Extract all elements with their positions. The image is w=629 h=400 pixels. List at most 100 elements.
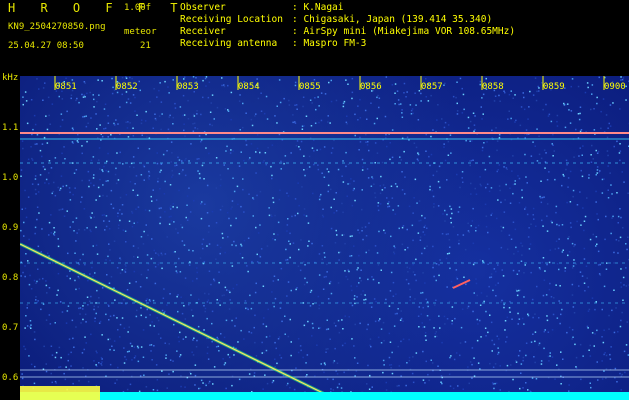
noise-speck	[228, 308, 231, 310]
noise-speck	[502, 226, 505, 229]
noise-speck	[470, 193, 472, 195]
noise-speck	[84, 82, 86, 84]
noise-speck	[421, 322, 423, 324]
y-axis: kHz 1.1 1.0 0.9 0.8 0.7 0.6	[0, 73, 20, 400]
noise-speck	[296, 108, 298, 110]
noise-speck	[52, 190, 54, 193]
noise-speck	[398, 384, 400, 387]
noise-speck	[563, 104, 566, 106]
noise-speck	[548, 113, 551, 116]
noise-speck	[595, 201, 597, 203]
noise-speck	[110, 203, 112, 205]
noise-speck	[623, 181, 625, 183]
noise-speck	[219, 252, 221, 255]
noise-speck	[321, 214, 324, 217]
noise-speck	[620, 319, 622, 322]
noise-speck	[401, 226, 404, 229]
noise-speck	[153, 345, 155, 347]
noise-speck	[517, 250, 519, 253]
noise-speck	[314, 97, 316, 99]
noise-speck	[605, 377, 607, 379]
noise-speck	[515, 288, 518, 291]
noise-speck	[104, 127, 107, 130]
noise-speck	[260, 92, 262, 94]
noise-speck	[576, 204, 579, 206]
noise-speck	[248, 373, 251, 375]
noise-speck	[174, 107, 177, 109]
noise-speck	[160, 207, 162, 209]
noise-speck	[321, 245, 324, 247]
noise-speck	[581, 275, 584, 277]
noise-speck	[82, 96, 85, 98]
noise-speck	[536, 285, 538, 288]
noise-speck	[273, 275, 276, 277]
noise-speck	[472, 263, 475, 266]
noise-speck	[171, 152, 173, 154]
noise-speck	[75, 288, 77, 291]
noise-speck	[447, 124, 450, 126]
noise-speck	[546, 263, 548, 266]
noise-speck	[430, 153, 433, 156]
noise-speck	[609, 358, 612, 360]
noise-speck	[71, 127, 74, 129]
noise-speck	[367, 177, 370, 179]
noise-speck	[361, 230, 363, 232]
noise-speck	[82, 305, 84, 307]
noise-speck	[180, 385, 182, 388]
noise-speck	[183, 78, 185, 80]
noise-speck	[438, 165, 441, 168]
noise-speck	[83, 229, 86, 231]
noise-speck	[90, 159, 93, 162]
noise-speck	[418, 220, 420, 222]
noise-speck	[546, 319, 549, 322]
noise-speck	[353, 345, 355, 347]
noise-speck	[479, 368, 481, 370]
noise-speck	[330, 188, 332, 191]
noise-speck	[555, 240, 558, 242]
noise-speck	[254, 314, 256, 317]
noise-speck	[274, 366, 276, 368]
noise-speck	[239, 129, 241, 131]
noise-speck	[472, 242, 475, 245]
noise-speck	[234, 325, 236, 327]
noise-speck	[146, 308, 148, 311]
noise-speck	[265, 349, 268, 352]
noise-speck	[302, 96, 305, 98]
noise-speck	[360, 280, 362, 282]
noise-speck	[66, 310, 69, 312]
noise-speck	[245, 307, 247, 310]
noise-speck	[432, 263, 434, 266]
noise-speck	[577, 113, 580, 115]
noise-speck	[218, 271, 220, 273]
spectrogram-canvas: 0851 0852 0853 0854 0855 0856 0857 0858 0859 0900	[20, 76, 629, 400]
noise-speck	[146, 136, 148, 138]
noise-speck	[301, 125, 304, 127]
noise-speck	[487, 331, 489, 334]
noise-speck	[111, 92, 114, 95]
noise-speck	[145, 386, 148, 388]
noise-speck	[425, 150, 427, 152]
noise-speck	[425, 78, 427, 80]
noise-speck	[298, 204, 300, 207]
noise-speck	[35, 282, 37, 284]
noise-speck	[351, 91, 354, 94]
noise-speck	[371, 276, 373, 278]
noise-speck	[133, 166, 135, 169]
noise-speck	[137, 360, 140, 363]
noise-speck	[500, 230, 503, 232]
noise-speck	[358, 254, 360, 257]
noise-speck	[507, 118, 509, 120]
noise-speck	[240, 205, 242, 208]
noise-speck	[370, 306, 373, 308]
noise-speck	[557, 247, 560, 250]
noise-speck	[429, 164, 431, 167]
noise-speck	[193, 200, 195, 202]
noise-speck	[125, 77, 128, 79]
noise-speck	[524, 206, 527, 209]
noise-speck	[499, 365, 501, 367]
noise-speck	[20, 229, 22, 232]
noise-speck	[251, 124, 254, 127]
noise-speck	[395, 293, 397, 295]
noise-speck	[287, 281, 290, 283]
noise-speck	[525, 129, 528, 131]
